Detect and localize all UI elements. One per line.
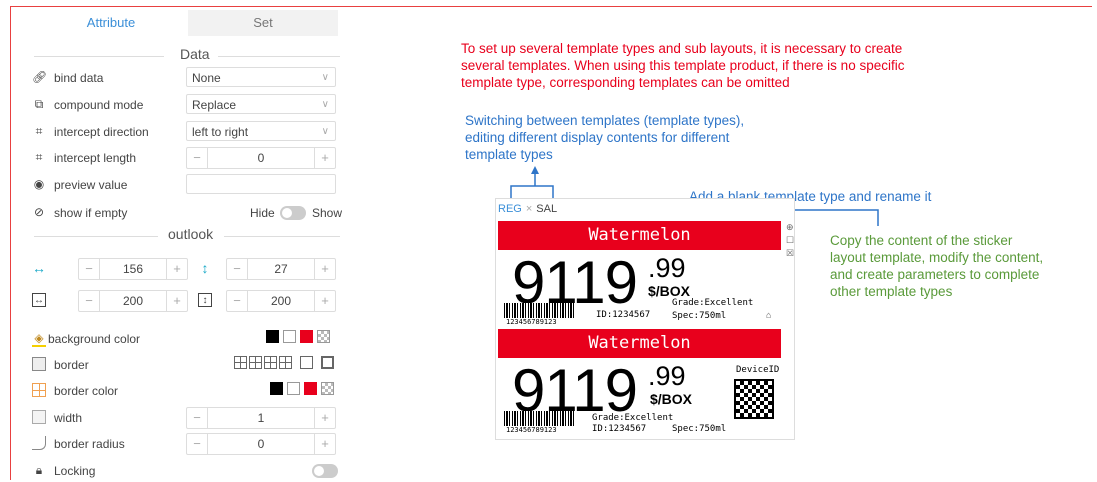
lock-icon[interactable]: ⌂ xyxy=(766,311,771,321)
price-label-2: Watermelon 9119 .99 $/BOX DeviceID 12345… xyxy=(498,329,781,435)
spec-text: Spec:750ml xyxy=(672,424,727,434)
tab-reg[interactable]: REG xyxy=(498,203,522,215)
arrow-head xyxy=(531,166,539,174)
product-name-banner: Watermelon xyxy=(498,329,781,358)
price-label-1: Watermelon 9119 .99 $/BOX Grade:Excellen… xyxy=(498,221,781,327)
tab-sal[interactable]: SAL xyxy=(536,203,557,215)
product-name-banner: Watermelon xyxy=(498,221,781,250)
copy-icon[interactable]: ☐ xyxy=(786,234,796,247)
qr-code xyxy=(734,379,774,419)
barcode-number: 123456789123 xyxy=(506,318,557,326)
barcode xyxy=(504,411,574,426)
id-text: ID:1234567 xyxy=(596,310,651,320)
spec-text: Spec:750ml xyxy=(672,311,727,321)
price-unit: $/BOX xyxy=(648,283,691,299)
barcode xyxy=(504,303,574,318)
barcode-number: 123456789123 xyxy=(506,426,557,434)
price-cents: .99 xyxy=(648,253,686,283)
delete-icon[interactable]: ☒ xyxy=(786,247,796,260)
price-unit: $/BOX xyxy=(650,391,693,407)
template-preview: REG × SAL ⊕ ☐ ☒ Watermelon 9119 .99 $/BOX … xyxy=(495,198,795,440)
template-type-tabs: REG × SAL xyxy=(498,201,557,217)
price-cents: .99 xyxy=(648,361,686,391)
add-icon[interactable]: ⊕ xyxy=(786,221,796,234)
side-toolbar: ⊕ ☐ ☒ xyxy=(786,221,796,260)
device-id-text: DeviceID xyxy=(736,365,780,375)
grade-text: Grade:Excellent xyxy=(592,413,674,423)
close-icon[interactable]: × xyxy=(526,203,532,215)
grade-text: Grade:Excellent xyxy=(672,298,754,308)
id-text: ID:1234567 xyxy=(592,424,647,434)
